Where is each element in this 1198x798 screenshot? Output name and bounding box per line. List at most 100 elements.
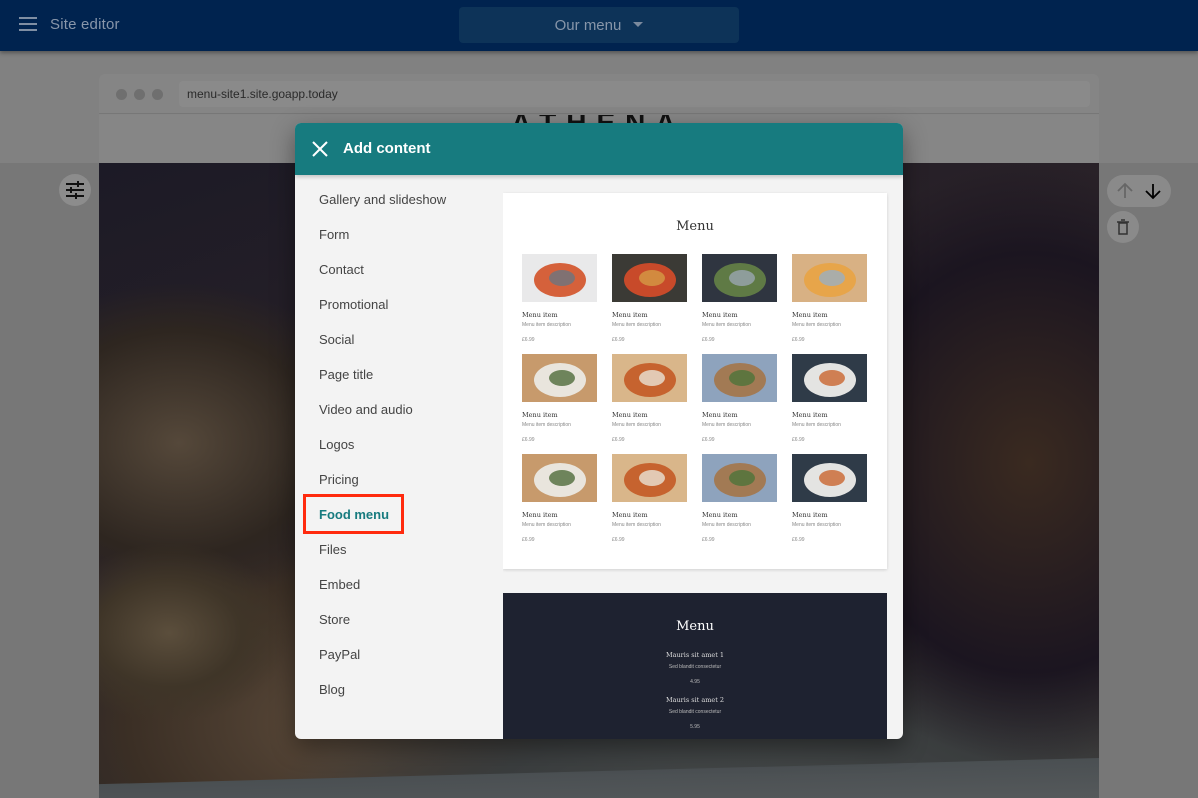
url-field: menu-site1.site.goapp.today bbox=[179, 81, 1090, 107]
menu-item-name: Menu item bbox=[612, 411, 648, 419]
food-image bbox=[792, 354, 867, 402]
menu-item-card: Menu item Menu item description £6.99 bbox=[792, 454, 867, 552]
close-icon bbox=[312, 141, 328, 157]
hamburger-icon[interactable] bbox=[19, 17, 37, 31]
menu-item-description: Menu item description bbox=[792, 322, 841, 328]
menu-item-card: Menu item Menu item description £6.99 bbox=[792, 354, 867, 452]
menu-item-price: £6.99 bbox=[792, 537, 805, 543]
menu-item-price: £6.99 bbox=[612, 437, 625, 443]
menu-item-name: Mauris sit amet 2 bbox=[665, 696, 725, 704]
close-button[interactable] bbox=[309, 138, 331, 160]
menu-item-description: Menu item description bbox=[522, 422, 571, 428]
template-title: Menu bbox=[676, 619, 714, 634]
menu-item-price: £6.99 bbox=[702, 337, 715, 343]
menu-item-price: £6.99 bbox=[612, 337, 625, 343]
dialog-header: Add content bbox=[295, 123, 903, 175]
menu-item-price: £6.99 bbox=[522, 337, 535, 343]
menu-item-card: Menu item Menu item description £6.99 bbox=[612, 354, 687, 452]
app-bar: Site editor Our menu bbox=[0, 0, 1198, 51]
menu-item-name: Menu item bbox=[702, 511, 738, 519]
category-item-form[interactable]: Form bbox=[295, 217, 495, 252]
section-settings-button[interactable] bbox=[59, 174, 91, 206]
menu-item-card: Menu item Menu item description £6.99 bbox=[792, 254, 867, 352]
food-image bbox=[792, 254, 867, 302]
menu-item-name: Menu item bbox=[702, 411, 738, 419]
menu-item-name: Menu item bbox=[612, 511, 648, 519]
menu-item-description: Menu item description bbox=[792, 522, 841, 528]
page-selector-label: Our menu bbox=[554, 16, 622, 34]
menu-item-price: £6.99 bbox=[522, 537, 535, 543]
category-item-logos[interactable]: Logos bbox=[295, 427, 495, 462]
category-list: Gallery and slideshow Form Contact Promotio… bbox=[295, 182, 495, 707]
category-item-page-title[interactable]: Page title bbox=[295, 357, 495, 392]
menu-item-description: Menu item description bbox=[702, 422, 751, 428]
food-image bbox=[612, 354, 687, 402]
menu-item-name: Menu item bbox=[702, 311, 738, 319]
category-item-paypal[interactable]: PayPal bbox=[295, 637, 495, 672]
window-dot-icon bbox=[152, 89, 163, 100]
add-content-dialog: Add content Gallery and slideshow Form Con… bbox=[295, 123, 903, 739]
food-image bbox=[702, 354, 777, 402]
arrow-down-icon bbox=[1145, 184, 1161, 200]
menu-item-price: £6.99 bbox=[792, 337, 805, 343]
menu-item-description: Menu item description bbox=[792, 422, 841, 428]
menu-item-description: Menu item description bbox=[612, 522, 661, 528]
menu-item-description: Menu item description bbox=[612, 422, 661, 428]
template-card-grid-menu[interactable]: Menu Menu item Menu item description £6.99… bbox=[503, 193, 887, 569]
menu-item-description: Sed blandit consectetur bbox=[668, 709, 722, 715]
menu-item-grid: Menu item Menu item description £6.99 Menu … bbox=[522, 254, 870, 552]
window-dot-icon bbox=[116, 89, 127, 100]
menu-item-description: Menu item description bbox=[612, 322, 661, 328]
category-item-video-and-audio[interactable]: Video and audio bbox=[295, 392, 495, 427]
page-selector[interactable]: Our menu bbox=[459, 7, 739, 43]
menu-item-price: £6.99 bbox=[702, 437, 715, 443]
food-image bbox=[702, 454, 777, 502]
category-item-embed[interactable]: Embed bbox=[295, 567, 495, 602]
category-item-social[interactable]: Social bbox=[295, 322, 495, 357]
menu-item-price: 4.95 bbox=[690, 679, 700, 685]
food-image bbox=[522, 354, 597, 402]
canvas-margin-right bbox=[1099, 163, 1198, 798]
move-up-button[interactable] bbox=[1116, 182, 1134, 200]
menu-item-name: Menu item bbox=[792, 311, 828, 319]
category-item-pricing[interactable]: Pricing bbox=[295, 462, 495, 497]
menu-item-name: Mauris sit amet 1 bbox=[665, 651, 725, 659]
menu-item-price: £6.99 bbox=[522, 437, 535, 443]
window-dot-icon bbox=[134, 89, 145, 100]
menu-item-price: £6.99 bbox=[702, 537, 715, 543]
food-image bbox=[612, 254, 687, 302]
menu-item-name: Menu item bbox=[612, 311, 648, 319]
category-item-blog[interactable]: Blog bbox=[295, 672, 495, 707]
arrow-up-icon bbox=[1117, 182, 1133, 198]
menu-item-name: Menu item bbox=[522, 411, 558, 419]
canvas-margin-left bbox=[0, 163, 99, 798]
category-item-promotional[interactable]: Promotional bbox=[295, 287, 495, 322]
food-image bbox=[522, 454, 597, 502]
menu-item-price: £6.99 bbox=[612, 537, 625, 543]
menu-item-description: Sed blandit consectetur bbox=[668, 664, 722, 670]
category-item-gallery-and-slideshow[interactable]: Gallery and slideshow bbox=[295, 182, 495, 217]
template-preview-area[interactable]: Menu Menu item Menu item description £6.99… bbox=[503, 175, 903, 739]
move-section-controls bbox=[1107, 175, 1171, 207]
category-item-files[interactable]: Files bbox=[295, 532, 495, 567]
category-item-contact[interactable]: Contact bbox=[295, 252, 495, 287]
food-image bbox=[522, 254, 597, 302]
delete-section-button[interactable] bbox=[1107, 211, 1139, 243]
food-image bbox=[612, 454, 687, 502]
category-item-store[interactable]: Store bbox=[295, 602, 495, 637]
menu-item-card: Menu item Menu item description £6.99 bbox=[702, 254, 777, 352]
menu-item-card: Menu item Menu item description £6.99 bbox=[612, 454, 687, 552]
menu-item-description: Menu item description bbox=[522, 522, 571, 528]
move-down-button[interactable] bbox=[1144, 182, 1162, 200]
food-image bbox=[792, 454, 867, 502]
template-card-list-menu[interactable]: Menu Mauris sit amet 1 Sed blandit consec… bbox=[503, 593, 887, 739]
menu-item-card: Menu item Menu item description £6.99 bbox=[702, 354, 777, 452]
caret-down-icon bbox=[633, 21, 644, 27]
template-title: Menu bbox=[676, 219, 714, 234]
menu-item-name: Menu item bbox=[522, 311, 558, 319]
menu-item-name: Menu item bbox=[792, 511, 828, 519]
menu-item-card: Menu item Menu item description £6.99 bbox=[522, 254, 597, 352]
category-item-food-menu[interactable]: Food menu bbox=[295, 497, 495, 532]
trash-icon bbox=[1117, 219, 1129, 235]
menu-list-item: Mauris sit amet 2 Sed blandit consectetur… bbox=[503, 696, 887, 730]
